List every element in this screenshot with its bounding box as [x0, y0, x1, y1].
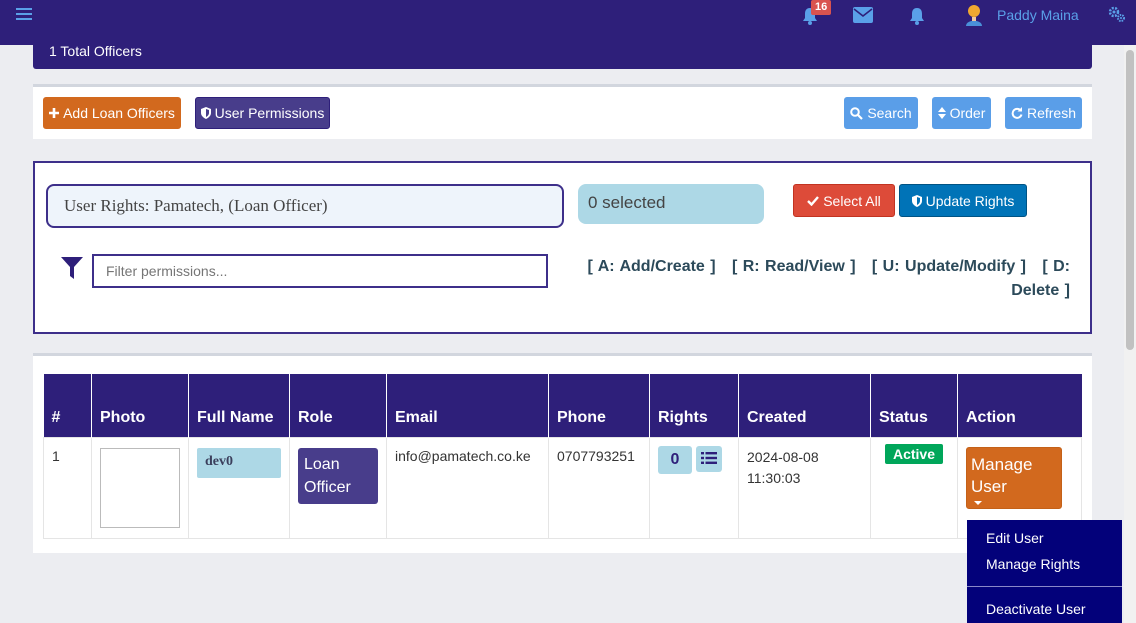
col-header-email[interactable]: Email: [386, 374, 549, 437]
add-loan-officers-button[interactable]: Add Loan Officers: [43, 97, 181, 129]
menu-item-manage-rights[interactable]: Manage Rights: [986, 556, 1080, 572]
menu-divider: [967, 586, 1122, 587]
manage-user-button[interactable]: Manage User: [966, 446, 1062, 509]
col-header-phone[interactable]: Phone: [548, 374, 650, 437]
col-header-created[interactable]: Created: [738, 374, 871, 437]
add-loan-officers-label: Add Loan Officers: [63, 105, 175, 121]
row-rights-cell: 0: [649, 436, 739, 539]
role-tag: Loan Officer: [298, 447, 378, 504]
legend-read: [ R: Read/View ]: [731, 258, 856, 275]
update-rights-label: Update Rights: [925, 192, 1015, 209]
menu-item-edit-user[interactable]: Edit User: [986, 530, 1044, 546]
row-created: 2024-08-08 11:30:03: [738, 436, 871, 539]
refresh-button[interactable]: Refresh: [1005, 97, 1082, 129]
row-photo-cell: [91, 436, 189, 539]
status-badge: Active: [884, 443, 944, 464]
user-photo: [100, 447, 180, 528]
list-icon: [701, 451, 717, 464]
user-avatar-icon[interactable]: [964, 4, 984, 26]
select-all-button[interactable]: Select All: [793, 184, 895, 217]
row-email: info@pamatech.co.ke: [386, 436, 549, 539]
row-num: 1: [43, 436, 92, 539]
check-icon: [807, 195, 820, 206]
refresh-label: Refresh: [1026, 105, 1077, 121]
settings-gears-icon[interactable]: [1108, 5, 1126, 23]
scrollbar-thumb[interactable]: [1126, 50, 1134, 350]
user-permissions-button[interactable]: User Permissions: [195, 97, 330, 129]
officers-table: # Photo Full Name Role Email Phone Right…: [43, 374, 1082, 539]
rights-count-button[interactable]: 0: [658, 445, 692, 474]
alerts-bell-icon[interactable]: [907, 6, 927, 26]
search-label: Search: [867, 105, 912, 121]
full-name-tag: dev0: [197, 447, 281, 478]
col-header-rights[interactable]: Rights: [649, 374, 739, 437]
rights-list-button[interactable]: [696, 445, 722, 472]
legend-update: [ U: Update/Modify ]: [871, 258, 1026, 275]
manage-user-dropdown: Edit User Manage Rights Deactivate User: [967, 520, 1122, 623]
page-scrollbar[interactable]: [1124, 45, 1136, 623]
notifications-count-badge: 16: [811, 0, 832, 15]
table-header-row: # Photo Full Name Role Email Phone Right…: [43, 374, 1082, 437]
row-full-name-cell: dev0: [188, 436, 290, 539]
search-icon: [850, 106, 864, 120]
user-rights-panel: User Rights: Pamatech, (Loan Officer) 0 …: [33, 161, 1092, 334]
total-officers-bar: 1 Total Officers: [33, 40, 1092, 69]
plus-icon: [49, 108, 60, 118]
col-header-action[interactable]: Action: [957, 374, 1082, 437]
shield-icon: [911, 194, 922, 207]
order-button[interactable]: Order: [932, 97, 991, 129]
menu-item-deactivate-user[interactable]: Deactivate User: [986, 601, 1086, 617]
legend-add: [ A: Add/Create ]: [587, 258, 716, 275]
sort-icon: [937, 107, 946, 119]
col-header-full-name[interactable]: Full Name: [188, 374, 290, 437]
caret-down-icon: [974, 500, 982, 505]
filter-funnel-icon: [61, 257, 83, 279]
selected-count: 0 selected: [578, 184, 764, 224]
table-row: 1 dev0 Loan Officer info@pamatech.co.ke …: [43, 436, 1082, 539]
user-permissions-label: User Permissions: [214, 105, 325, 121]
shield-icon: [200, 107, 211, 119]
col-header-photo[interactable]: Photo: [91, 374, 189, 437]
top-navbar: 16 Paddy Maina: [0, 0, 1136, 45]
refresh-icon: [1011, 107, 1023, 119]
select-all-label: Select All: [823, 192, 881, 209]
officers-table-panel: # Photo Full Name Role Email Phone Right…: [33, 353, 1092, 553]
username-label[interactable]: Paddy Maina: [997, 7, 1079, 23]
total-officers-label: 1 Total Officers: [49, 43, 142, 59]
filter-permissions-input[interactable]: [92, 254, 548, 288]
menu-toggle-icon[interactable]: [16, 8, 32, 22]
search-button[interactable]: Search: [844, 97, 918, 129]
col-header-status[interactable]: Status: [870, 374, 958, 437]
messages-envelope-icon[interactable]: [853, 7, 873, 23]
col-header-num[interactable]: #: [43, 374, 92, 437]
row-phone: 0707793251: [548, 436, 650, 539]
order-label: Order: [949, 105, 986, 121]
manage-user-label: Manage User: [971, 454, 1033, 496]
user-rights-title: User Rights: Pamatech, (Loan Officer): [46, 184, 564, 228]
update-rights-button[interactable]: Update Rights: [899, 184, 1027, 217]
permissions-legend: [ A: Add/Create ] [ R: Read/View ] [ U: …: [580, 255, 1070, 303]
row-role-cell: Loan Officer: [289, 436, 387, 539]
col-header-role[interactable]: Role: [289, 374, 387, 437]
row-status-cell: Active: [870, 436, 958, 539]
actions-toolbar: Add Loan Officers User Permissions Searc…: [33, 84, 1092, 139]
